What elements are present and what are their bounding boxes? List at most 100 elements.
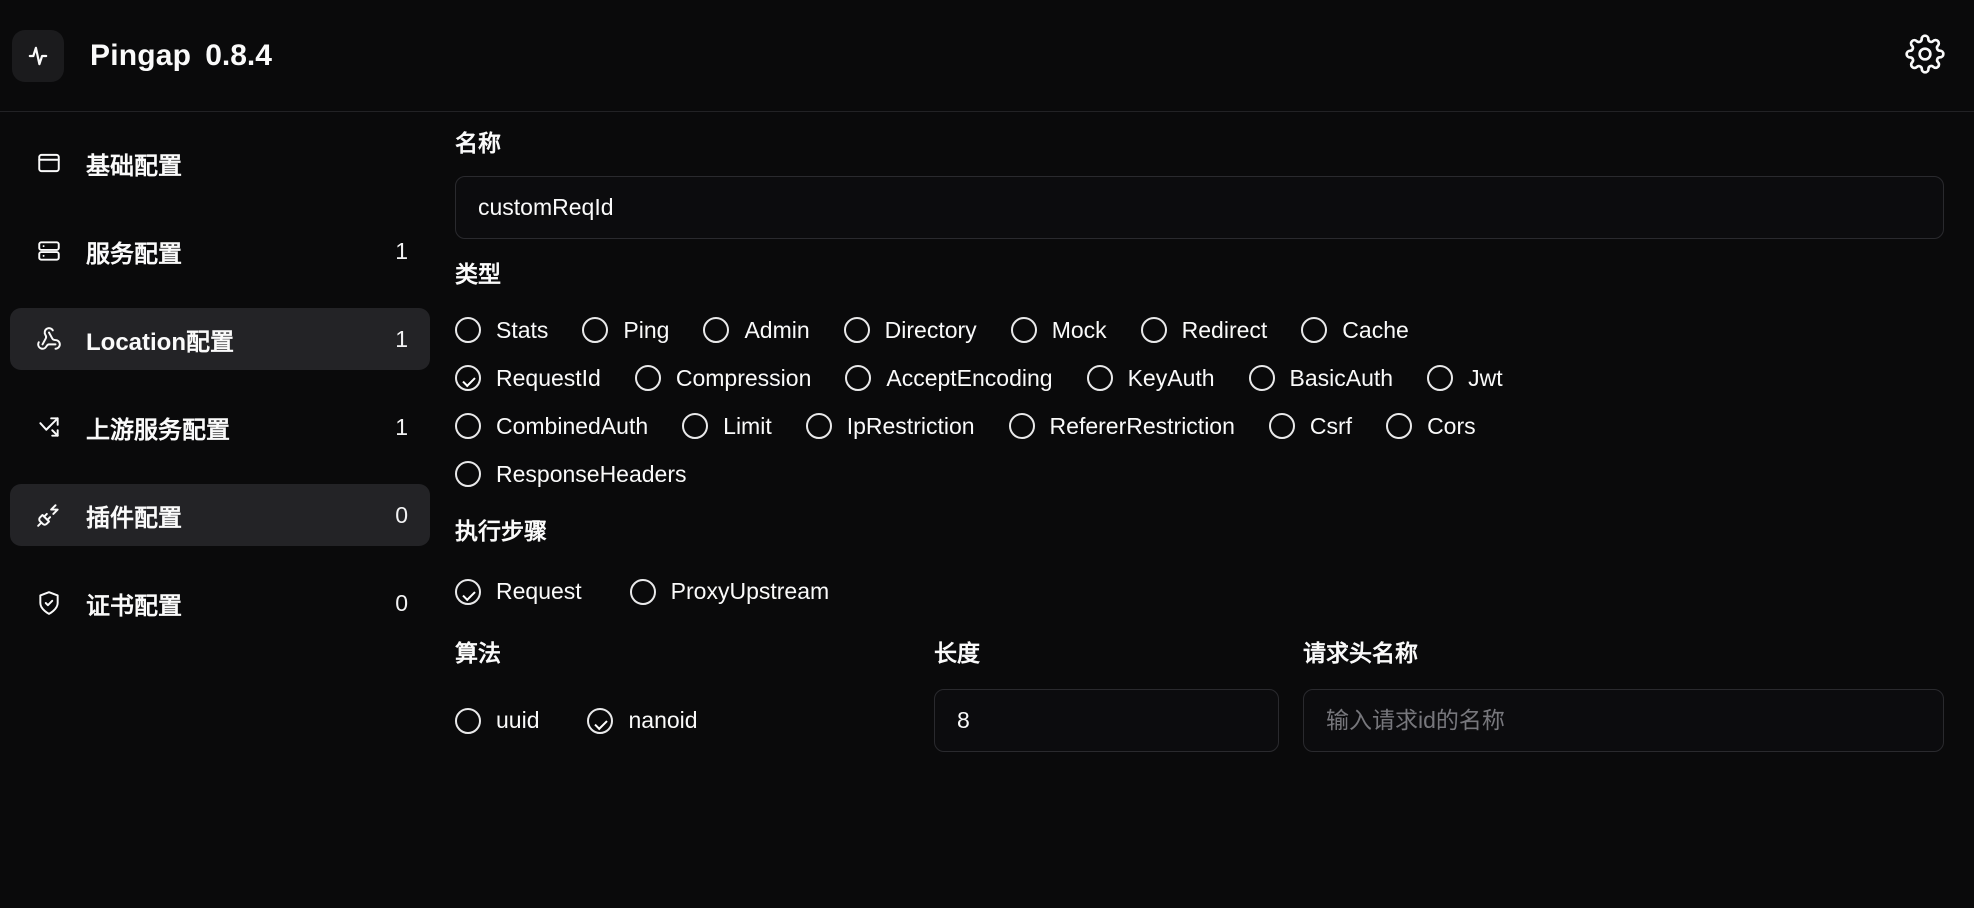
step-label: 执行步骤: [455, 518, 547, 545]
radio-label: Mock: [1051, 316, 1107, 343]
radio-label: nanoid: [628, 707, 698, 734]
sidebar-item-certificate-config[interactable]: 证书配置 0: [10, 572, 430, 634]
name-input[interactable]: [455, 175, 1944, 239]
radio-label: ProxyUpstream: [670, 578, 830, 605]
step-section: 执行步骤 Request ProxyUpstream: [455, 518, 1944, 620]
type-option-cors[interactable]: Cors: [1386, 413, 1476, 440]
radio-label: Admin: [744, 316, 810, 343]
radio-label: ResponseHeaders: [496, 460, 687, 487]
type-option-requestid[interactable]: RequestId: [455, 365, 601, 392]
type-option-mock[interactable]: Mock: [1010, 316, 1107, 344]
main-content: 名称 类型 Stats Ping Admin Directory Mock Re…: [440, 112, 1974, 908]
radio-check-icon: [455, 365, 481, 392]
type-option-refererrestriction[interactable]: RefererRestriction: [1008, 413, 1235, 440]
type-option-combinedauth[interactable]: CombinedAuth: [455, 413, 648, 440]
sidebar-item-label: 服务配置: [86, 240, 182, 268]
radio-circle-icon: [455, 413, 481, 440]
type-section: 类型 Stats Ping Admin Directory Mock Redir…: [455, 261, 1944, 499]
app-header: Pingap 0.8.4: [0, 0, 1974, 112]
algorithm-option-nanoid[interactable]: nanoid: [587, 707, 698, 734]
settings-button[interactable]: [1898, 29, 1952, 83]
radio-circle-icon: [1008, 413, 1035, 440]
type-option-cache[interactable]: Cache: [1301, 316, 1409, 344]
sidebar-item-location-config[interactable]: Location配置 1: [10, 308, 430, 370]
sidebar-item-service-config[interactable]: 服务配置 1: [10, 220, 430, 282]
radio-label: BasicAuth: [1289, 364, 1394, 391]
step-option-proxyupstream[interactable]: ProxyUpstream: [629, 578, 830, 605]
sidebar-item-label: Location配置: [86, 328, 234, 356]
radio-label: Compression: [675, 364, 812, 391]
radio-label: Cache: [1342, 316, 1409, 343]
step-radio-group: Request ProxyUpstream: [455, 564, 1944, 620]
radio-circle-icon: [1427, 365, 1454, 392]
radio-label: Jwt: [1468, 364, 1503, 391]
app-version: 0.8.4: [205, 38, 272, 72]
sidebar-item-label: 上游服务配置: [86, 416, 230, 444]
radio-circle-icon: [845, 365, 872, 392]
app-body: 基础配置 服务配置 1 Location配置 1 上游服务配置 1 插件配置 0…: [0, 112, 1974, 908]
radio-circle-icon: [1140, 317, 1167, 344]
app-logo: [12, 29, 64, 82]
type-option-admin[interactable]: Admin: [703, 316, 810, 344]
webhook-icon: [34, 324, 64, 354]
type-option-jwt[interactable]: Jwt: [1427, 365, 1503, 392]
radio-label: uuid: [496, 707, 540, 734]
radio-label: KeyAuth: [1127, 364, 1215, 391]
radio-label: IpRestriction: [846, 412, 975, 439]
radio-label: Limit: [723, 412, 772, 439]
radio-circle-icon: [455, 461, 481, 488]
algorithm-option-uuid[interactable]: uuid: [455, 707, 539, 734]
sidebar-item-plugin-config[interactable]: 插件配置 0: [10, 484, 430, 546]
type-option-compression[interactable]: Compression: [634, 364, 812, 392]
type-option-keyauth[interactable]: KeyAuth: [1086, 364, 1215, 392]
server-rack-icon: [34, 236, 64, 266]
plug-zap-icon: [34, 500, 64, 530]
type-label: 类型: [455, 260, 501, 287]
radio-circle-icon: [1386, 413, 1413, 440]
type-option-redirect[interactable]: Redirect: [1140, 316, 1268, 344]
type-option-basicauth[interactable]: BasicAuth: [1248, 364, 1394, 392]
sidebar-item-badge: 0: [395, 589, 408, 616]
radio-label: Stats: [496, 316, 549, 343]
radio-circle-icon: [634, 365, 661, 392]
brand: Pingap 0.8.4: [12, 29, 272, 82]
activity-pulse-icon: [24, 42, 52, 70]
radio-circle-icon: [1268, 413, 1295, 440]
length-input[interactable]: [934, 689, 1279, 753]
radio-circle-icon: [843, 317, 870, 344]
sidebar: 基础配置 服务配置 1 Location配置 1 上游服务配置 1 插件配置 0…: [0, 112, 440, 908]
header-name-input[interactable]: [1303, 689, 1944, 753]
type-option-iprestriction[interactable]: IpRestriction: [805, 412, 975, 440]
name-section: 名称: [455, 130, 1944, 239]
radio-circle-icon: [805, 413, 832, 440]
type-option-stats[interactable]: Stats: [455, 317, 548, 344]
type-option-limit[interactable]: Limit: [682, 413, 772, 440]
radio-label: RequestId: [496, 364, 601, 391]
type-radio-row: ResponseHeaders: [455, 450, 1944, 498]
type-option-csrf[interactable]: Csrf: [1268, 413, 1352, 440]
radio-label: Redirect: [1181, 316, 1268, 343]
radio-label: CombinedAuth: [496, 412, 649, 439]
type-radio-group: Stats Ping Admin Directory Mock Redirect…: [455, 306, 1944, 498]
type-option-responseheaders[interactable]: ResponseHeaders: [455, 461, 687, 488]
step-option-request[interactable]: Request: [455, 578, 582, 605]
bottom-fields-row: 算法 uuid nanoid 长度 请求头名称: [455, 640, 1944, 753]
header-name-section: 请求头名称: [1303, 640, 1944, 753]
radio-circle-icon: [455, 317, 481, 344]
type-option-acceptencoding[interactable]: AcceptEncoding: [845, 365, 1053, 392]
sidebar-item-badge: 1: [395, 237, 408, 264]
sidebar-item-label: 基础配置: [86, 152, 182, 180]
radio-circle-icon: [1010, 317, 1037, 344]
algorithm-label: 算法: [455, 639, 501, 666]
type-radio-row: Stats Ping Admin Directory Mock Redirect…: [455, 306, 1944, 354]
sidebar-item-upstream-config[interactable]: 上游服务配置 1: [10, 396, 430, 458]
radio-label: Request: [496, 578, 582, 605]
sidebar-item-basic-config[interactable]: 基础配置: [10, 132, 430, 194]
header-name-label: 请求头名称: [1303, 639, 1418, 666]
radio-circle-icon: [1301, 317, 1328, 344]
type-radio-row: CombinedAuth Limit IpRestriction Referer…: [455, 402, 1944, 450]
type-option-ping[interactable]: Ping: [582, 317, 669, 344]
radio-label: Directory: [884, 316, 977, 343]
radio-label: Cors: [1427, 412, 1476, 439]
type-option-directory[interactable]: Directory: [843, 316, 977, 344]
